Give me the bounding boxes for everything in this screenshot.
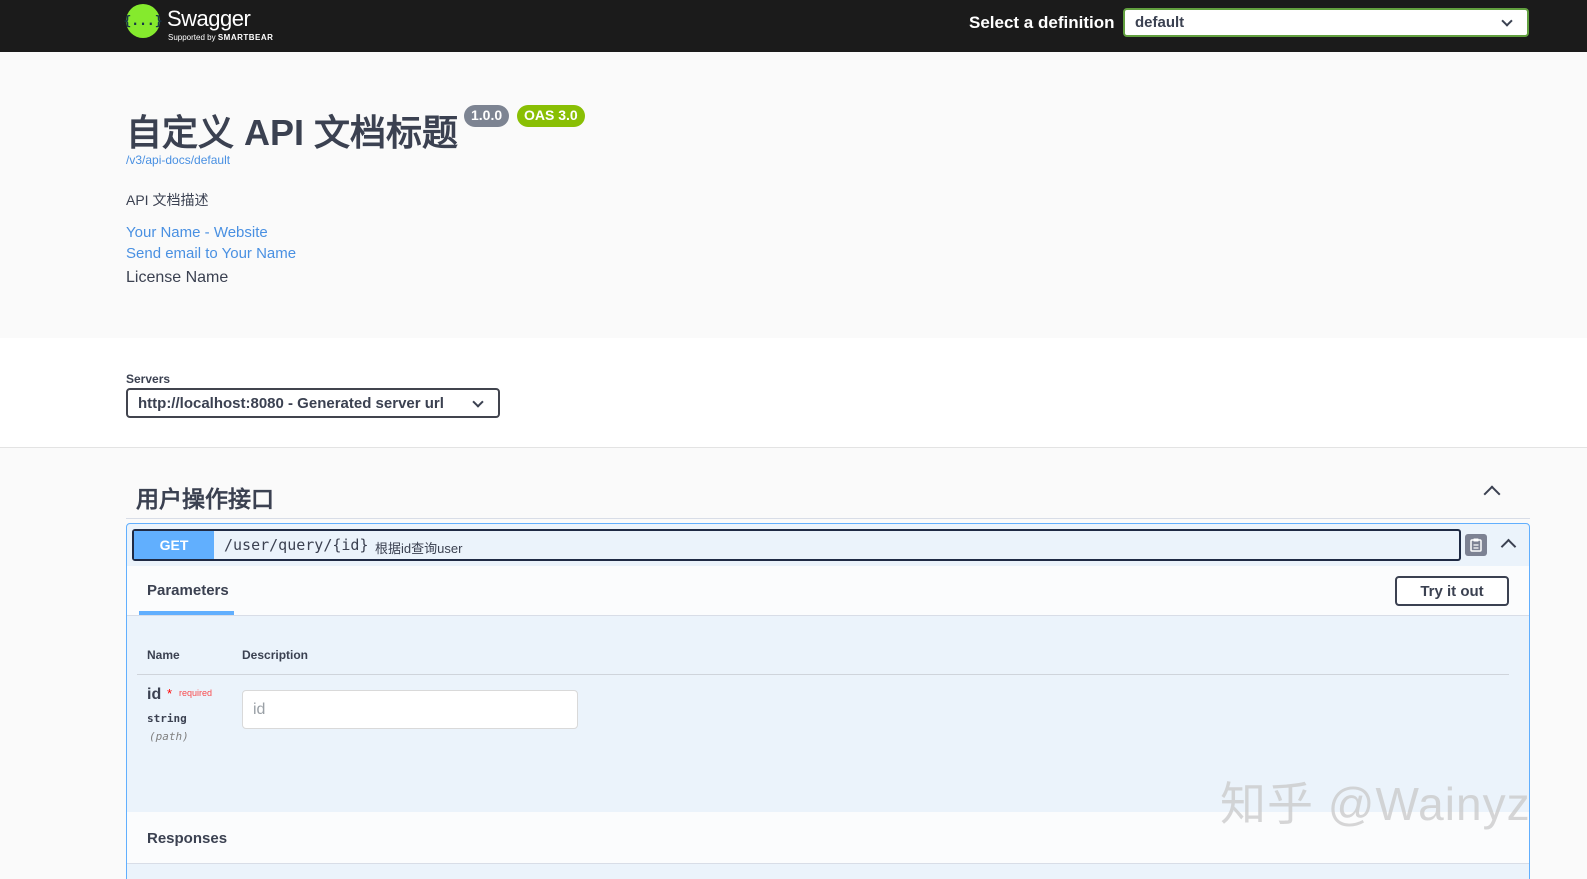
definition-label: Select a definition [969,13,1115,32]
chevron-up-icon[interactable] [1483,485,1501,503]
logo-subtitle: Supported by SMARTBEAR [168,33,273,42]
server-select[interactable]: http://localhost:8080 - Generated server… [126,388,500,418]
servers-label: Servers [126,372,171,386]
responses-label: Responses [147,830,228,847]
copy-to-clipboard-button[interactable] [1465,534,1487,556]
param-name: id [147,686,162,703]
column-header-name: Name [147,648,180,662]
param-type: string [147,712,187,725]
column-header-description: Description [242,648,309,662]
api-description: API 文档描述 [126,192,209,208]
clipboard-icon [1470,538,1482,552]
tab-parameters[interactable]: Parameters [147,582,229,599]
param-location: (path) [149,730,189,743]
operation-path: /user/query/{id} [224,536,369,554]
oas-badge: OAS 3.0 [517,105,585,127]
column-divider [137,674,1509,675]
operation-description: 根据id查询user [375,541,463,556]
operation-summary[interactable]: GET /user/query/{id} 根据id查询user [132,529,1461,561]
info-section: 自定义 API 文档标题 1.0.0 OAS 3.0 /v3/api-docs/… [0,52,1587,338]
method-badge: GET [134,531,214,559]
swagger-logo-icon[interactable]: {...} [123,4,163,38]
api-docs-link[interactable]: /v3/api-docs/default [126,153,230,167]
parameters-header: Parameters Try it out [127,566,1529,616]
watermark: 知乎 @Wainyz [1220,778,1531,830]
id-input[interactable] [242,690,578,729]
try-it-out-button[interactable]: Try it out [1395,576,1509,606]
tag-divider [126,518,1530,519]
servers-section: Servers http://localhost:8080 - Generate… [0,338,1587,448]
tag-title[interactable]: 用户操作接口 [136,480,274,514]
definition-select-value: default [1135,14,1185,31]
server-select-value: http://localhost:8080 - Generated server… [138,395,444,412]
license-name: License Name [126,269,229,286]
chevron-down-icon [472,396,484,408]
logo-sub-brand: SMARTBEAR [217,33,274,42]
tab-underline [139,611,234,615]
chevron-down-icon [1501,15,1513,27]
page-title: 自定义 API 文档标题 [126,112,459,153]
chevron-up-icon[interactable] [1500,538,1517,555]
definition-select[interactable]: default [1123,8,1529,37]
version-badge: 1.0.0 [464,105,510,127]
email-link[interactable]: Send email to Your Name [126,245,296,262]
logo-title: Swagger [167,6,251,31]
required-star: * [167,686,173,701]
website-link[interactable]: Your Name - Website [126,224,268,241]
logo-sub-prefix: Supported by [168,33,218,42]
required-label: required [179,688,213,698]
topbar: {...} Swagger Supported by SMARTBEAR Sel… [0,0,1587,52]
